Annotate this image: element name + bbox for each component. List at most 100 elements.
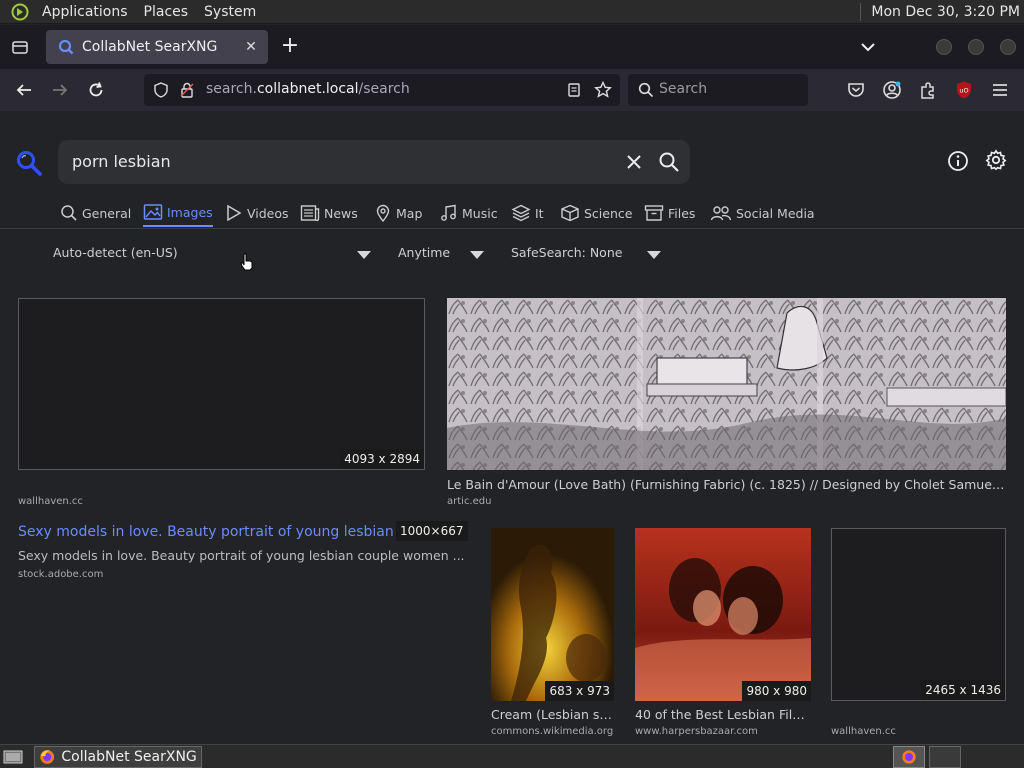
hand-cursor-icon [240,253,253,271]
clear-query-icon[interactable] [624,152,644,172]
music-note-icon [441,204,456,221]
tab-news[interactable]: News [300,199,358,227]
system-panel: Applications Places System Mon Dec 30, 3… [0,0,1024,24]
gear-icon[interactable] [985,149,1007,171]
language-caret-icon[interactable] [357,251,371,259]
tabs-icon [12,41,28,54]
ublock-origin-icon[interactable]: uO [954,80,974,100]
search-query-box[interactable]: porn lesbian [58,140,690,184]
account-icon[interactable] [882,80,902,100]
show-desktop-icon[interactable] [3,749,23,765]
time-range-select[interactable]: Anytime [398,245,450,260]
category-divider [0,228,1024,229]
map-pin-icon [376,204,390,222]
taskbar: CollabNet SearXNG ... [0,744,1024,768]
firefox-icon [40,750,55,764]
image-result-1[interactable]: 4093 x 2894 wallhaven.cc [18,298,426,513]
tab-files[interactable]: Files [644,199,695,227]
result-thumbnail[interactable]: 980 x 980 [635,528,811,701]
tab-videos[interactable]: Videos [225,199,289,227]
language-select[interactable]: Auto-detect (en-US) [53,245,178,260]
play-icon [227,204,242,222]
clock[interactable]: Mon Dec 30, 3:20 PM [860,3,1020,21]
time-caret-icon[interactable] [470,251,484,259]
tab-general[interactable]: General [60,199,131,227]
menu-applications[interactable]: Applications [34,0,136,24]
result-description: Sexy models in love. Beauty portrait of … [18,548,465,563]
chevron-down-icon[interactable] [858,37,878,57]
photo-placeholder-image [491,528,614,701]
tab-it[interactable]: It [511,199,544,227]
image-result-3[interactable]: Sexy models in love. Beauty portrait of … [18,521,468,586]
back-button[interactable] [12,78,36,102]
address-bar[interactable]: search.collabnet.local/search [144,74,620,106]
image-result-4[interactable]: 683 x 973 Cream (Lesbian sh... commons.w… [491,528,615,744]
image-result-2[interactable]: Le Bain d'Amour (Love Bath) (Furnishing … [447,298,1006,513]
image-result-6[interactable]: 2465 x 1436 wallhaven.cc [831,528,1006,744]
screen: Applications Places System Mon Dec 30, 3… [0,0,1024,768]
tab-social-media[interactable]: Social Media [710,199,815,227]
resolution-label: 683 x 973 [545,681,614,701]
image-result-5[interactable]: 980 x 980 40 of the Best Lesbian Films..… [635,528,811,744]
tab-map[interactable]: Map [374,199,422,227]
shield-icon[interactable] [153,82,169,98]
result-thumbnail[interactable]: 2465 x 1436 [831,528,1006,701]
window-minimize-button[interactable] [936,39,952,55]
window-close-button[interactable] [1000,39,1016,55]
toile-fabric-image [447,298,1006,470]
result-thumbnail[interactable]: 4093 x 2894 [18,298,425,470]
submit-search-icon[interactable] [658,151,680,173]
resolution-label: 4093 x 2894 [340,449,424,469]
arrow-left-icon [16,84,31,96]
search-query-text[interactable]: porn lesbian [72,152,171,171]
image-icon [143,204,163,220]
url-text[interactable]: search.collabnet.local/search [206,81,410,97]
search-filters: Auto-detect (en-US) Anytime SafeSearch: … [0,241,1024,267]
tab-music[interactable]: Music [440,199,498,227]
result-source: www.harpersbazaar.com [635,726,758,737]
arrow-right-icon [53,84,68,96]
workspace-switcher[interactable] [893,746,925,768]
bookmark-star-icon[interactable] [594,81,612,99]
extensions-icon[interactable] [918,80,938,100]
cube-icon [561,204,579,222]
photo-placeholder-image [635,528,811,701]
tab-title: CollabNet SearXNG [82,39,218,55]
forward-button[interactable] [48,78,72,102]
browser-search-box[interactable]: Search [628,74,808,106]
pocket-icon[interactable] [846,80,866,100]
browser-tab-active[interactable]: CollabNet SearXNG ✕ [46,30,268,64]
result-thumbnail[interactable] [447,298,1006,470]
new-tab-button[interactable]: + [278,35,302,59]
tab-science[interactable]: Science [560,199,632,227]
tab-close-icon[interactable]: ✕ [242,38,260,56]
safesearch-caret-icon[interactable] [647,251,661,259]
people-icon [710,206,732,221]
navigation-toolbar: search.collabnet.local/search Search uO [0,69,1024,111]
window-maximize-button[interactable] [968,39,984,55]
reload-button[interactable] [84,78,108,102]
category-tabs: General Images Videos News Map Music It … [0,199,1024,229]
result-source: wallhaven.cc [831,726,896,737]
safesearch-select[interactable]: SafeSearch: None [511,245,622,260]
reader-view-icon[interactable] [566,82,582,98]
distro-logo-icon[interactable] [10,2,30,22]
workspace-2[interactable] [929,746,961,768]
menu-system[interactable]: System [196,0,264,24]
search-icon [638,82,654,98]
hamburger-menu-icon[interactable] [990,80,1010,100]
tab-images[interactable]: Images [143,199,213,227]
result-title[interactable]: Le Bain d'Amour (Love Bath) (Furnishing … [447,477,1006,492]
tab-bar: CollabNet SearXNG ✕ + [0,25,1024,69]
tab-list-button[interactable] [0,25,40,69]
result-title[interactable]: Cream (Lesbian sh... [491,707,615,722]
firefox-icon [902,750,916,764]
menu-places[interactable]: Places [136,0,197,24]
result-thumbnail[interactable]: 683 x 973 [491,528,614,701]
searxng-logo-icon[interactable] [15,149,43,177]
info-icon[interactable] [947,150,969,172]
taskbar-window-button[interactable]: CollabNet SearXNG ... [34,746,202,768]
lock-warning-icon[interactable] [179,82,195,98]
result-title[interactable]: 40 of the Best Lesbian Films... [635,707,811,722]
reload-icon [89,82,103,97]
